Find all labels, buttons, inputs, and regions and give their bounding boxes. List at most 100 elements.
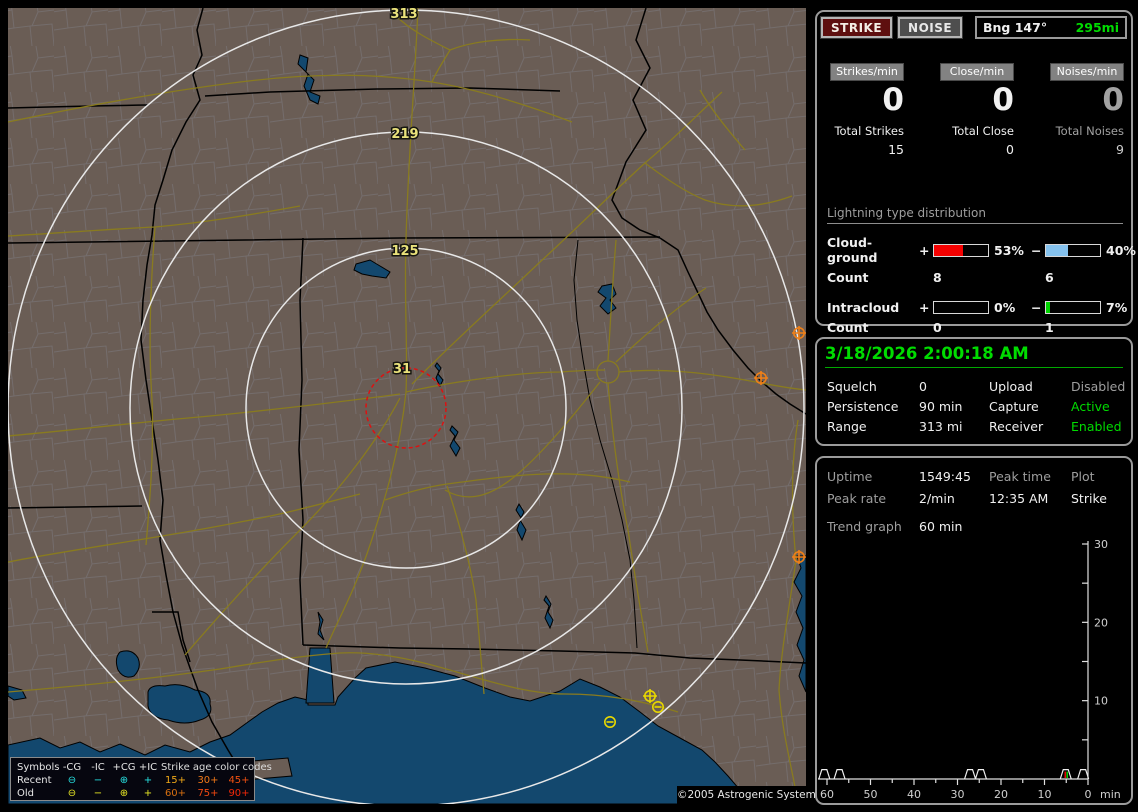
ring-label-125: 125 xyxy=(391,244,418,259)
age-60: 60+ xyxy=(164,788,187,799)
peak-time-label: Peak time xyxy=(989,469,1051,484)
close-column: Close/min 0 Total Close 0 xyxy=(940,63,1014,157)
strike-button[interactable]: STRIKE xyxy=(821,17,893,38)
upload-label: Upload xyxy=(989,379,1033,394)
copyright-bar: ©2005 Astrogenic Systems xyxy=(677,786,821,804)
y-tick-label: 10 xyxy=(1094,695,1108,708)
peak-time-value: 12:35 AM xyxy=(989,491,1049,506)
cg-minus-count: 6 xyxy=(1045,270,1054,285)
trend-peak xyxy=(818,769,831,780)
age-15: 15+ xyxy=(164,775,187,786)
lightning-distribution: Lightning type distribution Cloud-ground… xyxy=(827,206,1136,335)
y-tick-label: 30 xyxy=(1094,538,1108,551)
x-tick-label: 40 xyxy=(907,788,921,801)
noises-per-min-header: Noises/min xyxy=(1050,63,1124,81)
strikes-column: Strikes/min 0 Total Strikes 15 xyxy=(830,63,904,157)
bearing-range: 295mi xyxy=(1075,20,1119,35)
close-per-min-value: 0 xyxy=(992,82,1014,118)
total-noises-label: Total Noises xyxy=(1055,124,1124,138)
trend-graph-value: 60 min xyxy=(919,519,963,534)
persistence-label: Persistence xyxy=(827,399,899,414)
legend-col-neg-cg: -CG xyxy=(62,762,82,773)
cloud-ground-label: Cloud-ground xyxy=(827,235,878,265)
ic-plus-pct: 0% xyxy=(994,300,1016,315)
age-45: 45+ xyxy=(228,775,250,786)
pos-ic-old-icon: + xyxy=(143,788,153,799)
x-unit-label: min xyxy=(1100,788,1121,801)
range-value: 313 mi xyxy=(919,419,963,434)
x-tick-label: 10 xyxy=(1038,788,1052,801)
count-label: Count xyxy=(827,270,869,285)
squelch-value: 0 xyxy=(919,379,927,394)
cloud-ground-count-row: Count 8 6 xyxy=(827,270,1123,285)
distribution-title: Lightning type distribution xyxy=(827,206,1123,224)
minus-sign: − xyxy=(1031,242,1042,258)
ring-label-313: 313 xyxy=(390,8,417,22)
cg-plus-count: 8 xyxy=(933,270,942,285)
map-canvas: 313 219 125 31 xyxy=(8,8,806,804)
trend-graph-label: Trend graph xyxy=(827,519,902,534)
trend-peak xyxy=(1077,769,1090,780)
pos-cg-recent-icon: ⊕ xyxy=(119,775,129,786)
neg-ic-recent-icon: − xyxy=(93,775,103,786)
legend-recent-row: Recent ⊖ − ⊕ + 15+ 30+ 45+ xyxy=(17,774,250,787)
trend-peak xyxy=(833,769,846,780)
status-grid: Squelch 0 Upload Disabled Persistence 90… xyxy=(827,377,1125,437)
x-tick-label: 20 xyxy=(994,788,1008,801)
count-label: Count xyxy=(827,320,869,335)
age-30: 30+ xyxy=(197,775,219,786)
receiver-label: Receiver xyxy=(989,419,1044,434)
plot-value: Strike xyxy=(1071,491,1107,506)
rate-counters: Strikes/min 0 Total Strikes 15 Close/min… xyxy=(830,63,1124,157)
ic-plus-bar xyxy=(933,301,989,314)
neg-cg-old-icon: ⊖ xyxy=(67,788,77,799)
pos-cg-old-icon: ⊕ xyxy=(119,788,129,799)
close-per-min-header: Close/min xyxy=(940,63,1014,81)
total-strikes-value: 15 xyxy=(888,142,904,157)
legend-recent-label: Recent xyxy=(17,775,52,786)
mode-button-row: STRIKE NOISE Bng 147° 295mi xyxy=(821,16,1127,39)
total-close-label: Total Close xyxy=(952,124,1014,138)
ring-label-219: 219 xyxy=(391,127,418,142)
x-tick-label: 60 xyxy=(820,788,834,801)
noises-column: Noises/min 0 Total Noises 9 xyxy=(1050,63,1124,157)
trend-peak xyxy=(1059,769,1072,780)
trend-peak xyxy=(974,769,987,780)
peak-rate-label: Peak rate xyxy=(827,491,887,506)
strikes-per-min-header: Strikes/min xyxy=(830,63,904,81)
datetime-display: 3/18/2026 2:00:18 AM xyxy=(825,344,1123,368)
intracloud-count-row: Count 0 1 xyxy=(827,320,1123,335)
total-close-value: 0 xyxy=(1006,142,1014,157)
bearing-display: Bng 147° 295mi xyxy=(975,16,1127,39)
bearing-label: Bng 147° xyxy=(983,20,1048,35)
minus-sign: − xyxy=(1031,300,1042,315)
app-window: 313 219 125 31 Symbols -CG -IC +CG +IC S… xyxy=(0,0,1138,812)
x-tick-label: 0 xyxy=(1085,788,1092,801)
trend-info-grid: Uptime 1549:45 Peak time Plot Peak rate … xyxy=(827,466,1125,510)
legend-header-row: Symbols -CG -IC +CG +IC Strike age color… xyxy=(17,761,272,774)
cg-plus-bar xyxy=(933,243,989,257)
age-75: 75+ xyxy=(197,788,219,799)
panel-counters: STRIKE NOISE Bng 147° 295mi Strikes/min … xyxy=(815,10,1136,335)
x-tick-label: 50 xyxy=(864,788,878,801)
noise-button[interactable]: NOISE xyxy=(898,17,963,38)
trend-axes xyxy=(818,541,1089,780)
legend-col-pos-cg: +CG xyxy=(112,762,136,773)
ic-plus-count: 0 xyxy=(933,320,942,335)
map-area[interactable]: 313 219 125 31 Symbols -CG -IC +CG +IC S… xyxy=(8,8,821,804)
legend-col-pos-ic: +IC xyxy=(138,762,158,773)
cg-plus-bar-fill xyxy=(934,244,963,256)
squelch-label: Squelch xyxy=(827,379,877,394)
cg-plus-pct: 53% xyxy=(994,242,1024,258)
persistence-value: 90 min xyxy=(919,399,963,414)
intracloud-label: Intracloud xyxy=(827,300,900,315)
strikes-per-min-value: 0 xyxy=(882,82,904,118)
legend-symbols-header: Symbols xyxy=(17,762,60,773)
panel-trend: Uptime 1549:45 Peak time Plot Peak rate … xyxy=(815,456,1133,805)
trend-graph-row: Trend graph 60 min xyxy=(827,516,962,538)
legend-old-row: Old ⊖ − ⊕ + 60+ 75+ 90+ xyxy=(17,787,250,800)
capture-label: Capture xyxy=(989,399,1039,414)
uptime-value: 1549:45 xyxy=(919,469,971,484)
total-noises-value: 9 xyxy=(1116,142,1124,157)
ring-label-31: 31 xyxy=(393,362,411,377)
